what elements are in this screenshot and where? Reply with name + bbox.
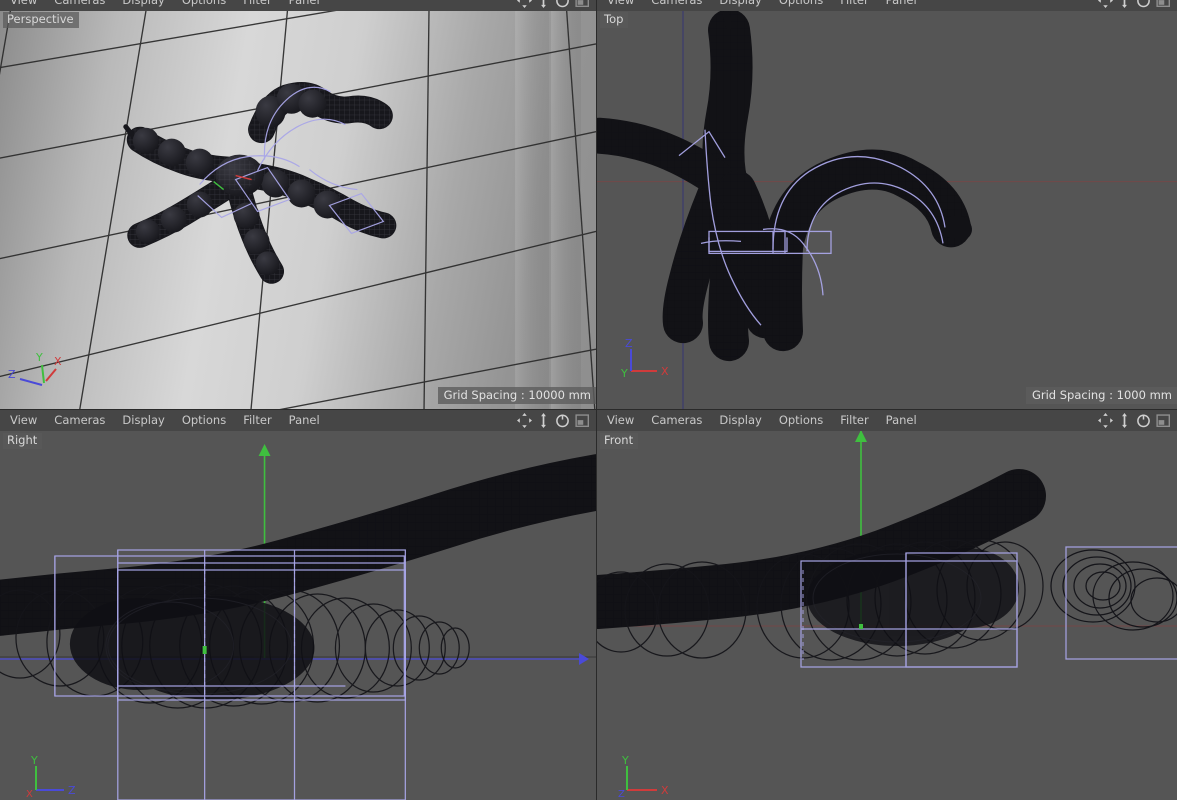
menu-options[interactable]: Options [779,0,823,11]
svg-text:Z: Z [8,368,16,381]
menu-filter[interactable]: Filter [243,410,271,431]
viewport-right[interactable]: View Cameras Display Options Filter Pane… [0,410,597,800]
svg-text:X: X [54,355,62,368]
right-scene [0,444,596,800]
svg-text:Y: Y [35,351,43,364]
grid-spacing-top: Grid Spacing : 1000 mm [1025,387,1177,404]
rotate-icon[interactable] [1136,0,1151,8]
menu-cameras[interactable]: Cameras [54,410,105,431]
viewport-front[interactable]: View Cameras Display Options Filter Pane… [597,410,1177,800]
menu-display[interactable]: Display [719,0,761,11]
viewport-menubar-perspective[interactable]: View Cameras Display Options Filter Pane… [0,0,596,11]
viewport-perspective[interactable]: View Cameras Display Options Filter Pane… [0,0,597,410]
menu-panel[interactable]: Panel [289,0,320,11]
svg-text:Z: Z [625,337,633,350]
viewport-icon-group [517,413,596,428]
perspective-scene [0,0,596,409]
zoom-icon[interactable] [537,413,550,428]
menu-cameras[interactable]: Cameras [651,410,702,431]
axis-gizmo-front: Y X Z [615,752,679,800]
move-icon[interactable] [517,413,532,428]
zoom-icon[interactable] [1118,0,1131,8]
menu-view[interactable]: View [607,0,634,11]
move-icon[interactable] [517,0,532,8]
zoom-icon[interactable] [1118,413,1131,428]
front-scene [597,430,1177,668]
viewport-icon-group [1098,0,1177,8]
menu-panel[interactable]: Panel [886,0,917,11]
viewport-menubar-right[interactable]: View Cameras Display Options Filter Pane… [0,410,596,431]
svg-text:Z: Z [618,789,625,800]
viewport-icon-group [1098,413,1177,428]
menu-panel[interactable]: Panel [886,410,917,431]
move-icon[interactable] [1098,413,1113,428]
maximize-panel-icon[interactable] [575,0,590,8]
svg-text:Y: Y [30,754,38,767]
maximize-panel-icon[interactable] [1156,0,1171,8]
viewport-label-top: Top [600,12,629,28]
viewport-menubar-front[interactable]: View Cameras Display Options Filter Pane… [597,410,1177,431]
menu-filter[interactable]: Filter [840,0,868,11]
viewport-menubar-top[interactable]: View Cameras Display Options Filter Pane… [597,0,1177,11]
menu-cameras[interactable]: Cameras [54,0,105,11]
axis-gizmo-right: Y Z X [24,752,88,800]
metaball-object-group [123,82,397,284]
zoom-icon[interactable] [537,0,550,8]
menu-filter[interactable]: Filter [243,0,271,11]
viewport-label-front: Front [600,433,639,449]
menu-view[interactable]: View [10,0,37,11]
rotate-icon[interactable] [1136,413,1151,428]
menu-cameras[interactable]: Cameras [651,0,702,11]
axis-gizmo-perspective: X Y Z [4,341,66,393]
viewport-grid: View Cameras Display Options Filter Pane… [0,0,1177,800]
viewport-label-perspective: Perspective [3,12,79,28]
menu-options[interactable]: Options [182,0,226,11]
maximize-panel-icon[interactable] [1156,413,1171,428]
menu-filter[interactable]: Filter [840,410,868,431]
menu-options[interactable]: Options [182,410,226,431]
svg-text:X: X [26,789,33,800]
menu-panel[interactable]: Panel [289,410,320,431]
move-icon[interactable] [1098,0,1113,8]
menu-options[interactable]: Options [779,410,823,431]
menu-view[interactable]: View [10,410,37,431]
viewport-label-right: Right [3,433,43,449]
viewport-top[interactable]: View Cameras Display Options Filter Pane… [597,0,1177,410]
menu-display[interactable]: Display [122,0,164,11]
top-scene [597,0,1177,409]
grid-spacing-perspective: Grid Spacing : 10000 mm [437,387,596,404]
svg-text:Y: Y [621,754,629,767]
rotate-icon[interactable] [555,0,570,8]
menu-display[interactable]: Display [122,410,164,431]
maximize-panel-icon[interactable] [575,413,590,428]
viewport-icon-group [517,0,596,8]
menu-view[interactable]: View [607,410,634,431]
svg-text:Z: Z [68,784,76,797]
rotate-icon[interactable] [555,413,570,428]
axis-gizmo-top: Z Y X [619,335,679,385]
svg-text:Y: Y [620,367,628,380]
svg-text:X: X [661,784,669,797]
svg-text:X: X [661,365,669,378]
menu-display[interactable]: Display [719,410,761,431]
